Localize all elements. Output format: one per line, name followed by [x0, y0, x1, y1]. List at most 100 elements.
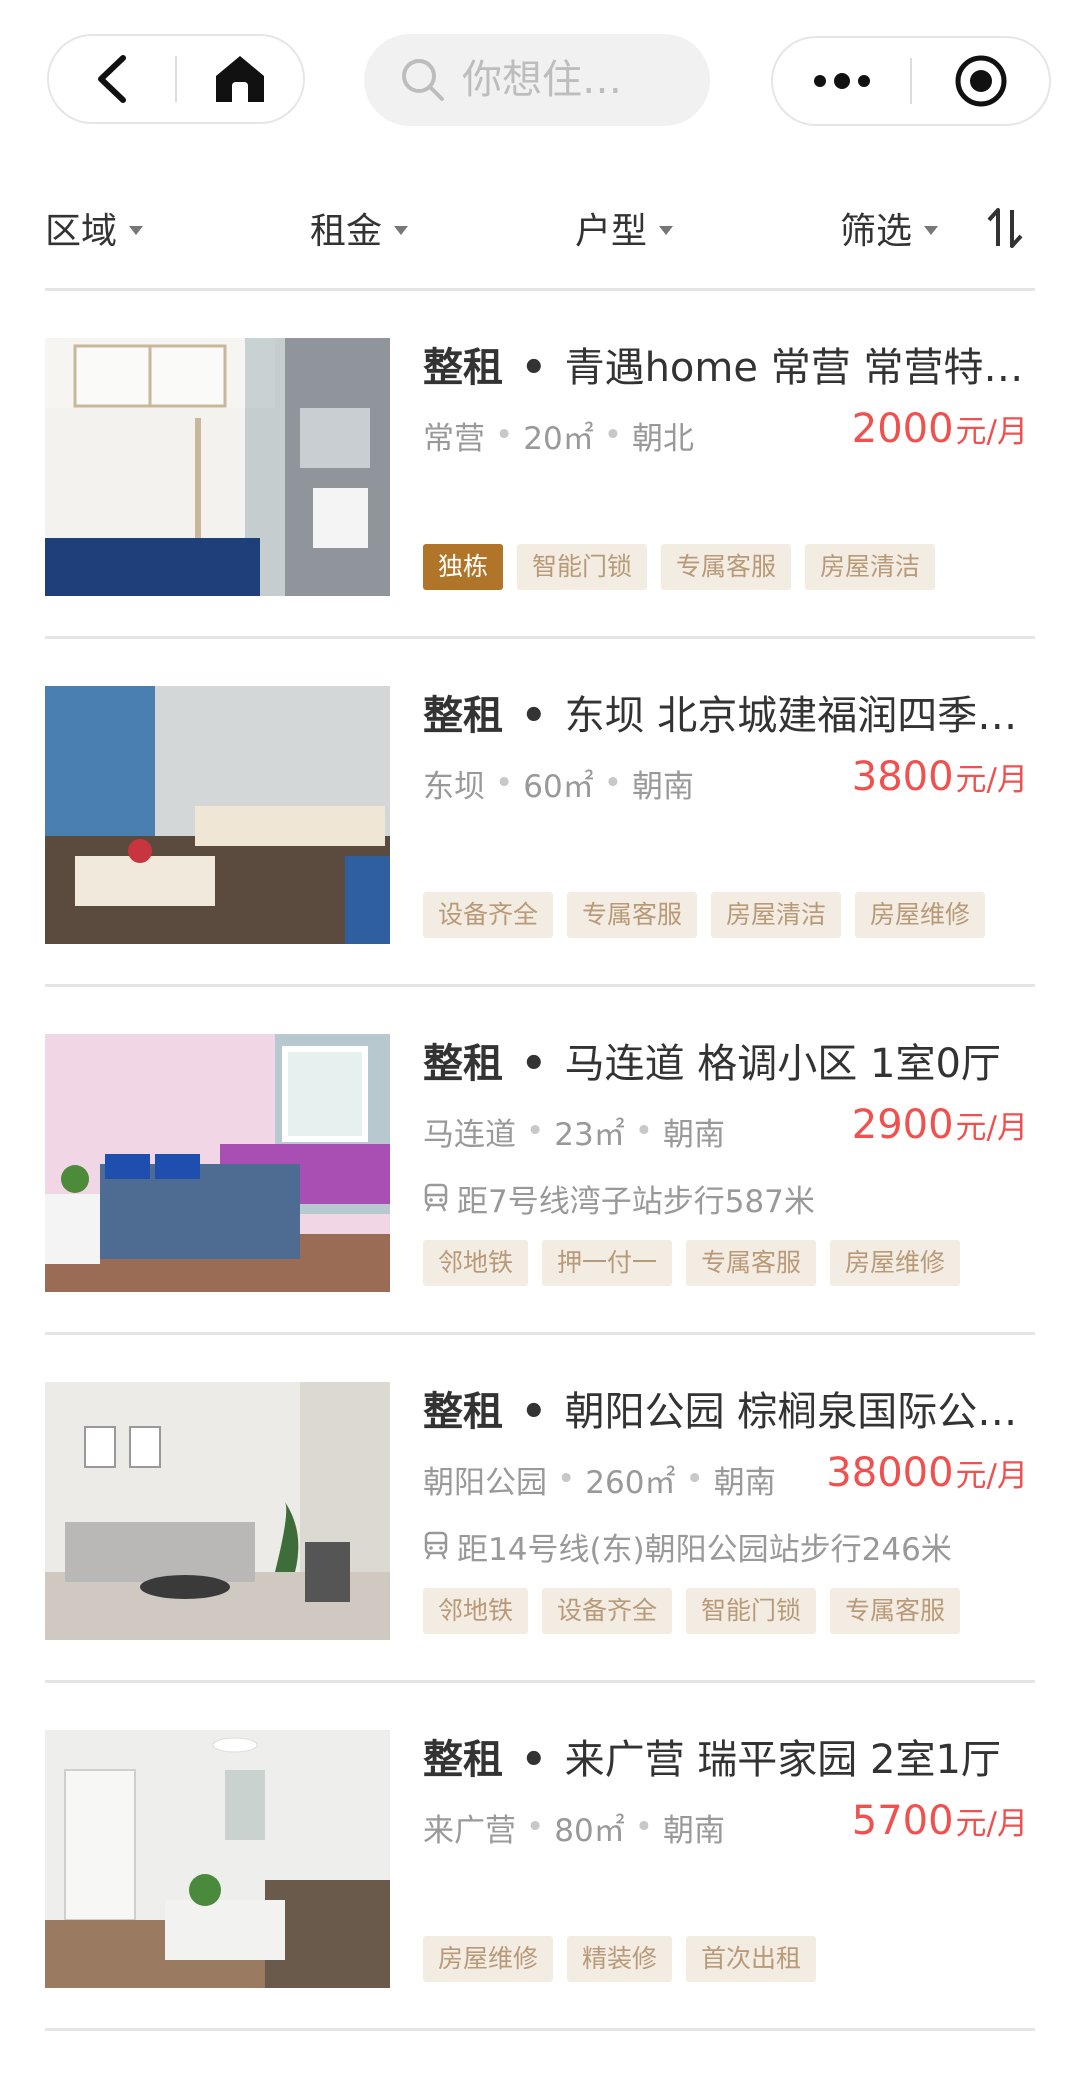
- tag: 房屋维修: [830, 1240, 961, 1286]
- listing-orientation: 朝南: [663, 1812, 726, 1849]
- listing-name: 东坝 北京城建福润四季…: [564, 693, 1018, 739]
- listing-size: 20㎡: [523, 420, 594, 457]
- listing-area: 常营: [423, 420, 485, 457]
- price-value: 3800: [851, 754, 954, 800]
- tag: 首次出租: [686, 1936, 817, 1982]
- listing-tags: 邻地铁 设备齐全 智能门锁 专属客服: [423, 1588, 961, 1634]
- row-divider: [45, 984, 1035, 987]
- filter-more[interactable]: 筛选: [840, 198, 939, 258]
- tag: 邻地铁: [423, 1240, 529, 1286]
- tag: 专属客服: [830, 1588, 961, 1634]
- caret-down-icon: [129, 225, 144, 235]
- listing-photo[interactable]: [45, 1034, 390, 1292]
- listing-meta: 马连道 • 23㎡ • 朝南: [423, 1106, 725, 1156]
- tag: 房屋清洁: [711, 892, 842, 938]
- listing-meta: 常营 • 20㎡ • 朝北: [423, 410, 694, 460]
- listing-name: 青遇home 常营 常营特…: [564, 345, 1024, 391]
- search-icon: [402, 59, 444, 101]
- listing-size: 260㎡: [585, 1464, 676, 1501]
- tag: 专属客服: [661, 544, 792, 590]
- price-unit: 元/月: [955, 1458, 1028, 1494]
- listing-title[interactable]: 整租 • 朝阳公园 棕榈泉国际公…: [423, 1382, 1038, 1442]
- filter-divider: [45, 288, 1035, 291]
- listing-tags: 独栋 智能门锁 专属客服 房屋清洁: [423, 544, 936, 590]
- filter-layout[interactable]: 户型: [575, 198, 674, 258]
- listing-kind: 整租: [423, 1737, 503, 1783]
- listing-price: 5700 元/月: [852, 1798, 1028, 1858]
- filter-label: 租金: [310, 211, 383, 252]
- row-divider: [45, 636, 1035, 639]
- listing-photo[interactable]: [45, 1730, 390, 1988]
- price-value: 2000: [851, 406, 954, 452]
- listing-orientation: 朝南: [663, 1116, 726, 1153]
- filter-area[interactable]: 区域: [45, 198, 144, 258]
- filter-label: 区域: [45, 211, 118, 252]
- listing-item[interactable]: 整租 • 青遇home 常营 常营特… 常营 • 20㎡ • 朝北 2000 元/月 独栋…: [0, 338, 1080, 686]
- search-bar[interactable]: [364, 34, 710, 126]
- more-dots-icon: [813, 73, 870, 89]
- search-input[interactable]: [460, 56, 684, 104]
- target-circle-icon: [955, 55, 1006, 107]
- tag: 房屋维修: [423, 1936, 554, 1982]
- filter-bar: 区域 租金 户型 筛选: [0, 180, 1080, 290]
- listing-kind: 整租: [423, 345, 503, 391]
- bedroom-photo: [45, 1034, 390, 1292]
- listing-item[interactable]: 整租 • 马连道 格调小区 1室0厅 马连道 • 23㎡ • 朝南 2900 元/月 距7…: [0, 1034, 1080, 1382]
- listing-photo[interactable]: [45, 686, 390, 944]
- listing-title[interactable]: 整租 • 青遇home 常营 常营特…: [423, 338, 1038, 398]
- price-unit: 元/月: [955, 1806, 1028, 1842]
- listing-title[interactable]: 整租 • 马连道 格调小区 1室0厅: [423, 1034, 1038, 1094]
- tag: 邻地铁: [423, 1588, 529, 1634]
- living-room-photo: [45, 1730, 390, 1988]
- price-unit: 元/月: [955, 414, 1028, 450]
- listing-size: 23㎡: [554, 1116, 625, 1153]
- listing-price: 38000 元/月: [826, 1450, 1028, 1510]
- price-value: 5700: [851, 1798, 954, 1844]
- listing-name: 马连道 格调小区 1室0厅: [564, 1041, 1001, 1087]
- listing-kind: 整租: [423, 1389, 503, 1435]
- listing-title[interactable]: 整租 • 东坝 北京城建福润四季…: [423, 686, 1038, 746]
- listing-title[interactable]: 整租 • 来广营 瑞平家园 2室1厅: [423, 1730, 1038, 1790]
- subway-text: 距7号线湾子站步行587米: [457, 1183, 815, 1220]
- listing-item[interactable]: 整租 • 东坝 北京城建福润四季… 东坝 • 60㎡ • 朝南 3800 元/月 设备齐全…: [0, 686, 1080, 1034]
- subway-text: 距14号线(东)朝阳公园站步行246米: [457, 1531, 952, 1568]
- row-divider: [45, 2028, 1035, 2031]
- sort-button[interactable]: [985, 198, 1025, 258]
- listing-area: 来广营: [423, 1812, 516, 1849]
- listing-meta: 朝阳公园 • 260㎡ • 朝南: [423, 1454, 776, 1504]
- tag: 设备齐全: [542, 1588, 673, 1634]
- caret-down-icon: [659, 225, 674, 235]
- listing-meta: 来广营 • 80㎡ • 朝南: [423, 1802, 725, 1852]
- back-arrow-icon: [98, 55, 126, 103]
- tag: 押一付一: [542, 1240, 673, 1286]
- tag: 设备齐全: [423, 892, 554, 938]
- listing-price: 2900 元/月: [852, 1102, 1028, 1162]
- filter-label: 筛选: [840, 211, 913, 252]
- filter-rent[interactable]: 租金: [310, 198, 409, 258]
- listing-item[interactable]: 整租 • 朝阳公园 棕榈泉国际公… 朝阳公园 • 260㎡ • 朝南 38000 元/月 …: [0, 1382, 1080, 1730]
- caret-down-icon: [924, 225, 939, 235]
- home-icon: [216, 56, 264, 102]
- listing-item[interactable]: 整租 • 来广营 瑞平家园 2室1厅 来广营 • 80㎡ • 朝南 5700 元/月 房屋…: [0, 1730, 1080, 2078]
- listing-area: 朝阳公园: [423, 1464, 547, 1501]
- close-miniprogram-button[interactable]: [912, 38, 1049, 124]
- back-button[interactable]: [49, 36, 175, 122]
- listing-size: 60㎡: [523, 768, 594, 805]
- subway-icon: [424, 1183, 448, 1212]
- more-button[interactable]: [773, 38, 910, 124]
- tag: 专属客服: [686, 1240, 817, 1286]
- price-value: 2900: [851, 1102, 954, 1148]
- listing-orientation: 朝南: [713, 1464, 776, 1501]
- subway-icon: [424, 1531, 448, 1560]
- listing-price: 2000 元/月: [852, 406, 1028, 466]
- tag: 独栋: [423, 544, 504, 590]
- listing-subway: 距14号线(东)朝阳公园站步行246米: [423, 1522, 952, 1570]
- tag: 房屋清洁: [805, 544, 936, 590]
- listing-photo[interactable]: [45, 1382, 390, 1640]
- listing-photo[interactable]: [45, 338, 390, 596]
- tag: 智能门锁: [686, 1588, 817, 1634]
- home-button[interactable]: [177, 36, 303, 122]
- row-divider: [45, 1332, 1035, 1335]
- nav-capsule: [47, 34, 305, 124]
- tag: 专属客服: [567, 892, 698, 938]
